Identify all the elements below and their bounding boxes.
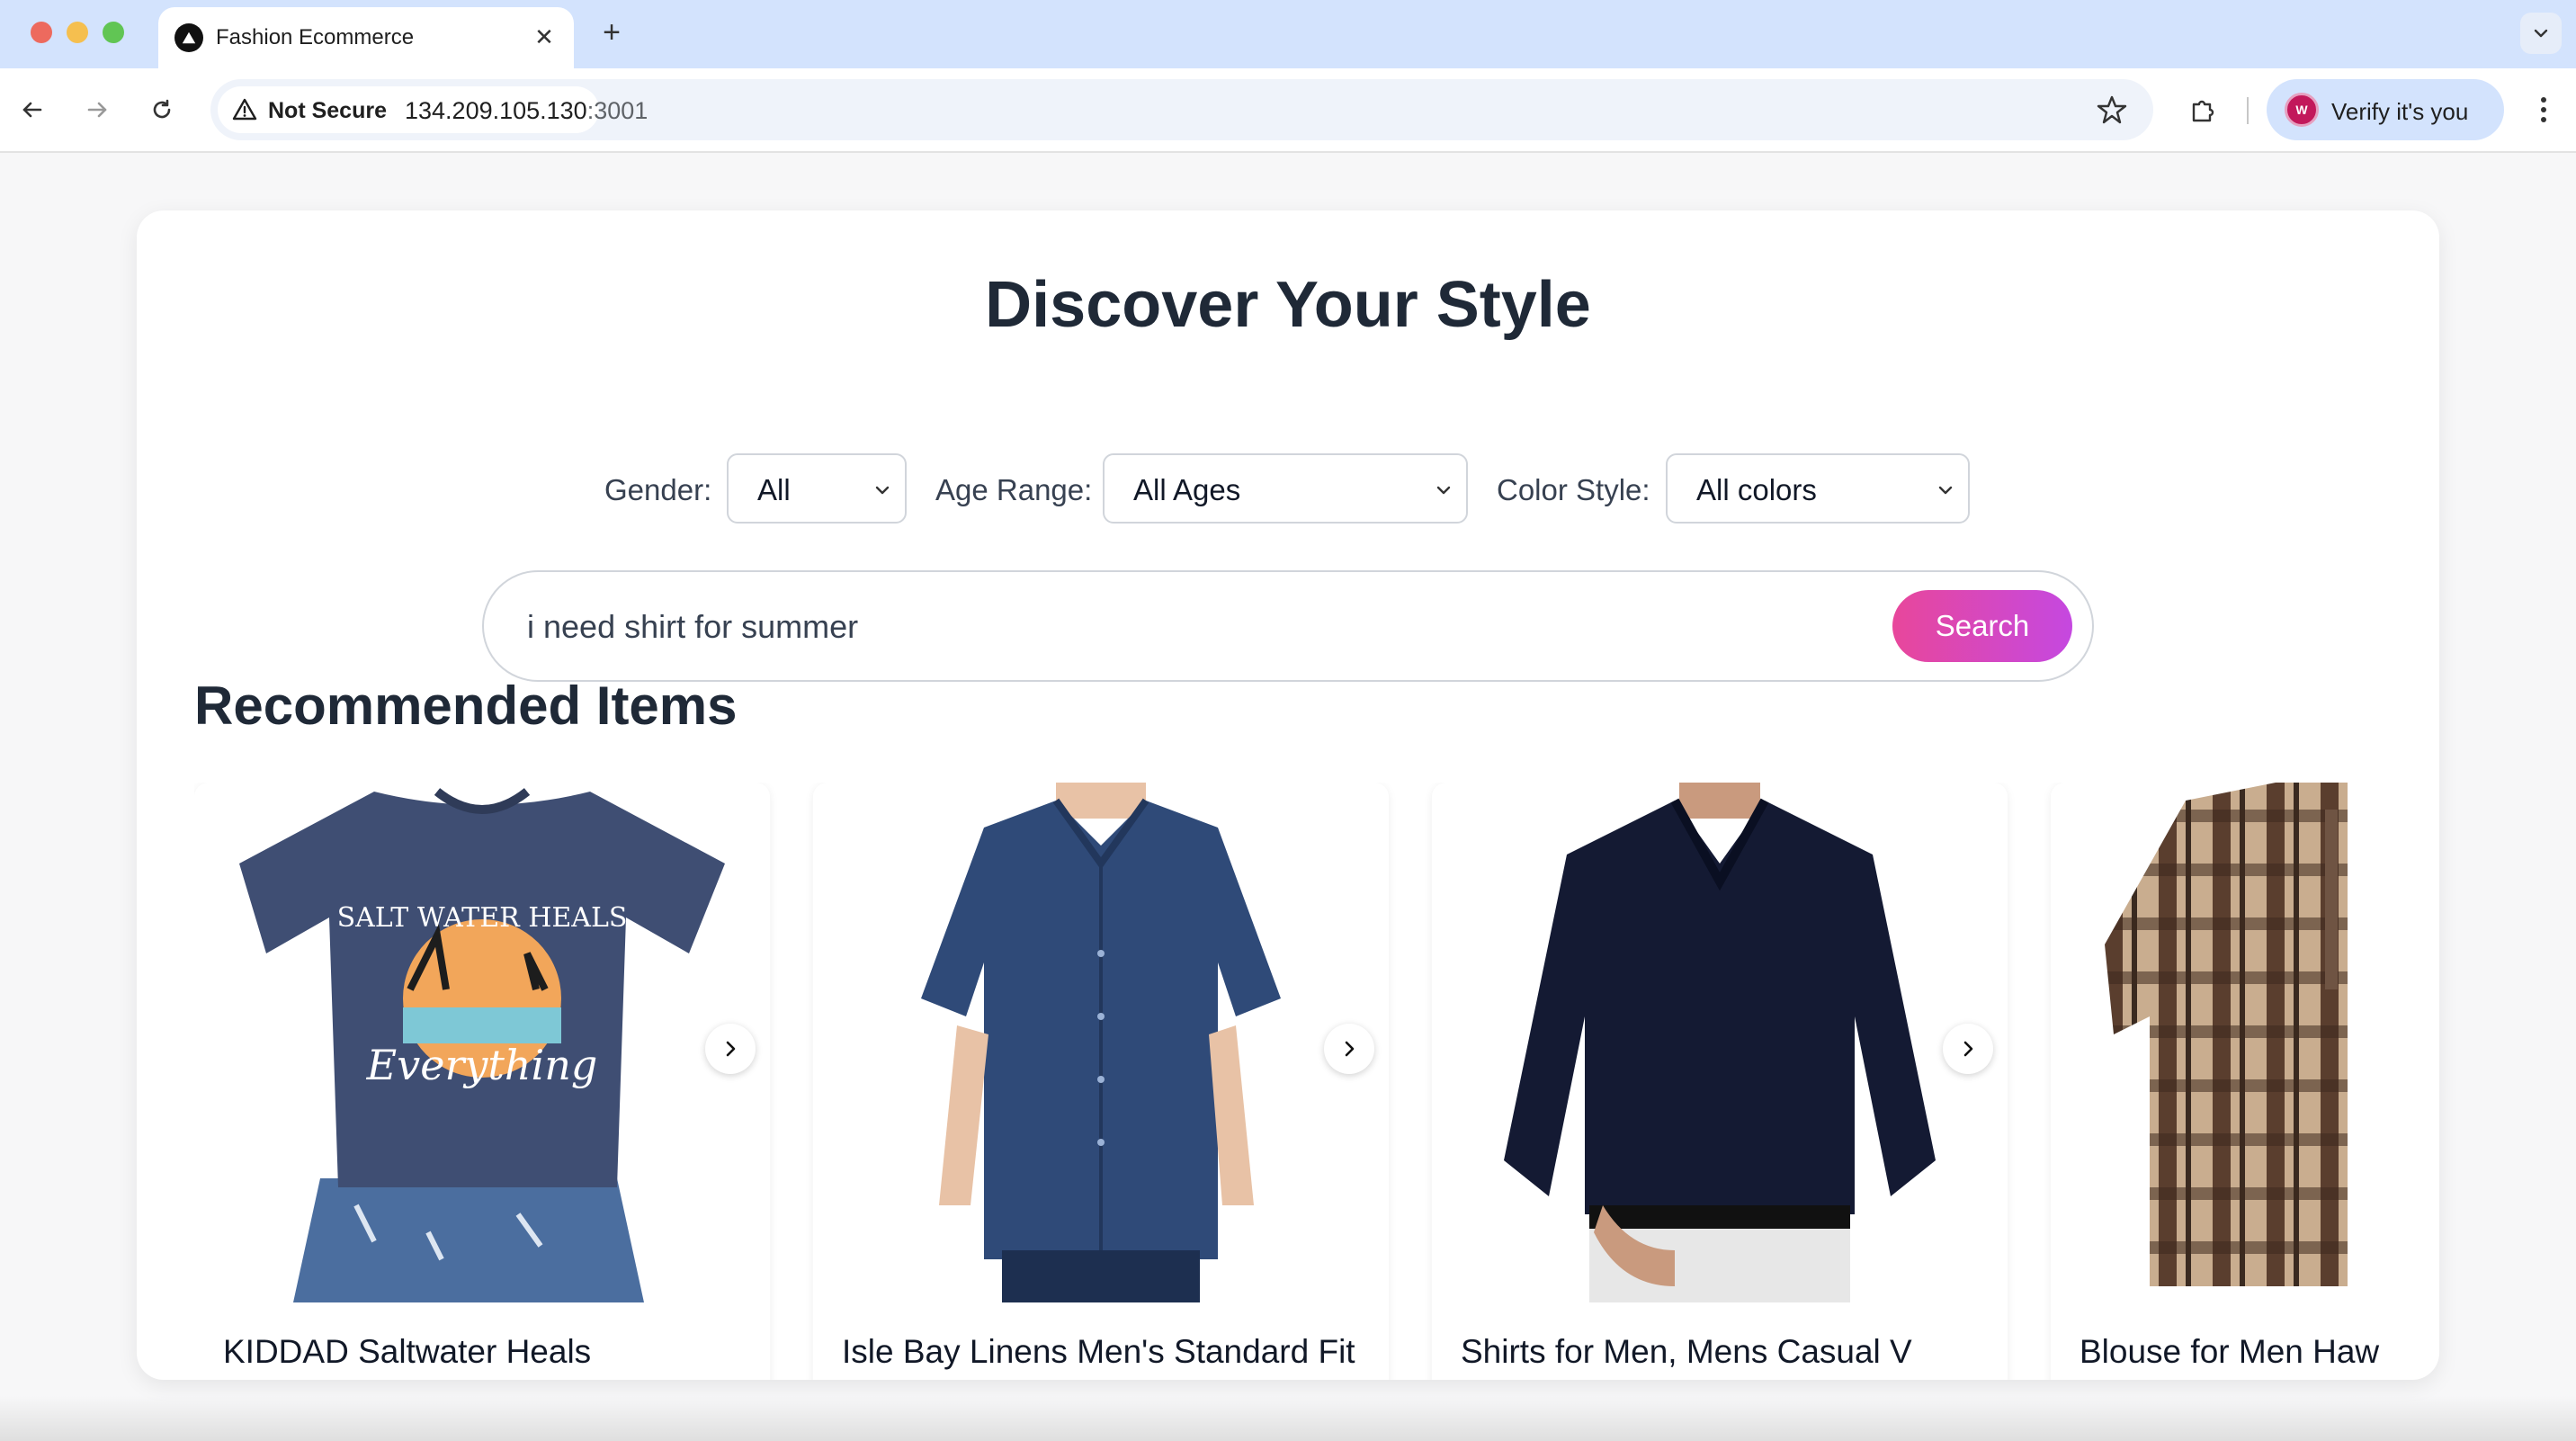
close-window-button[interactable] [31,22,52,43]
arrow-right-icon [87,102,107,118]
gender-label: Gender: [604,473,712,506]
page-title: Discover Your Style [985,269,1591,341]
main-card: Discover Your Style Gender: All Age Rang… [137,210,2439,1380]
back-button[interactable] [11,88,54,131]
product-name[interactable]: Shirts for Men, Mens Casual V [1461,1333,1912,1371]
product-name[interactable]: Blouse for Men Haw [2080,1333,2379,1371]
puzzle-icon [2192,100,2214,122]
chevron-down-icon [2534,29,2548,38]
section-title: Recommended Items [194,676,738,736]
product-card[interactable]: SALT WATER HEALS Everything KIDDAD Saltw… [194,783,770,1380]
tab-title: Fashion Ecommerce [216,25,415,49]
security-label: Not Secure [268,98,387,123]
next-image-button[interactable] [705,1024,756,1074]
browser-tab-active[interactable]: Fashion Ecommerce ✕ [158,7,574,68]
product-image: SALT WATER HEALS Everything [194,783,770,1302]
product-image [2051,783,2380,1302]
chevron-right-icon [1345,1041,1355,1057]
browser-menu-button[interactable] [2524,88,2563,131]
avatar: W [2285,93,2319,127]
tab-search-button[interactable] [2520,13,2562,54]
product-name[interactable]: KIDDAD Saltwater Heals [223,1333,591,1371]
filter-bar: Gender: All Age Range: All Ages Color St… [137,453,2439,525]
tee-graphic-top-text: SALT WATER HEALS [337,902,628,934]
profile-button[interactable]: W Verify it's you [2267,79,2504,140]
color-style-label: Color Style: [1497,473,1650,506]
toolbar-divider [2247,97,2249,124]
product-name[interactable]: Isle Bay Linens Men's Standard Fit [842,1333,1355,1371]
product-card[interactable]: Shirts for Men, Mens Casual V [1432,783,2008,1380]
chevron-right-icon [1963,1041,1973,1057]
product-image [813,783,1389,1302]
address-bar[interactable]: Not Secure 134.209.105.130:3001 [210,79,2153,140]
url-port: :3001 [586,97,648,124]
color-style-select[interactable]: All colors [1666,453,1970,524]
reload-button[interactable] [140,88,183,131]
maximize-window-button[interactable] [103,22,124,43]
reload-icon [153,99,171,119]
search-bar: i need shirt for summer Search [482,570,2094,682]
next-image-button[interactable] [1324,1024,1374,1074]
age-range-select[interactable]: All Ages [1103,453,1468,524]
bottom-shade [0,1396,2576,1441]
page-viewport: Discover Your Style Gender: All Age Rang… [0,153,2576,1441]
gender-select[interactable]: All [727,453,907,524]
product-image [1432,783,2008,1302]
gender-select-value: All [757,473,791,506]
color-style-select-value: All colors [1696,473,1817,506]
minimize-window-button[interactable] [67,22,88,43]
forward-button[interactable] [76,88,119,131]
chevron-down-icon [1938,486,1953,495]
browser-tab-bar: Fashion Ecommerce ✕ + [0,0,2576,68]
arrow-left-icon [22,102,42,118]
browser-toolbar: Not Secure 134.209.105.130:3001 W Verify… [0,68,2576,153]
profile-label: Verify it's you [2331,98,2469,125]
site-favicon-icon [174,23,203,52]
url-text: 134.209.105.130:3001 [405,97,648,125]
chevron-down-icon [875,486,890,495]
age-range-select-value: All Ages [1133,473,1241,506]
next-image-button[interactable] [1943,1024,1993,1074]
tab-close-icon[interactable]: ✕ [529,22,559,52]
product-card[interactable]: Isle Bay Linens Men's Standard Fit [813,783,1389,1380]
age-range-label: Age Range: [935,473,1093,506]
product-carousel: SALT WATER HEALS Everything KIDDAD Saltw… [194,783,2380,1380]
tee-graphic-bottom-text: Everything [366,1041,598,1089]
chevron-right-icon [726,1041,736,1057]
search-input[interactable]: i need shirt for summer [527,608,858,646]
warning-icon [232,98,257,121]
chevron-down-icon [1436,486,1451,495]
search-button[interactable]: Search [1892,590,2072,662]
more-vertical-icon [2541,97,2546,122]
new-tab-button[interactable]: + [594,14,630,50]
url-host: 134.209.105.130 [405,97,587,124]
bookmark-star-icon[interactable] [2096,94,2128,126]
product-card[interactable]: Blouse for Men Haw [2051,783,2380,1380]
extensions-button[interactable] [2182,88,2225,131]
